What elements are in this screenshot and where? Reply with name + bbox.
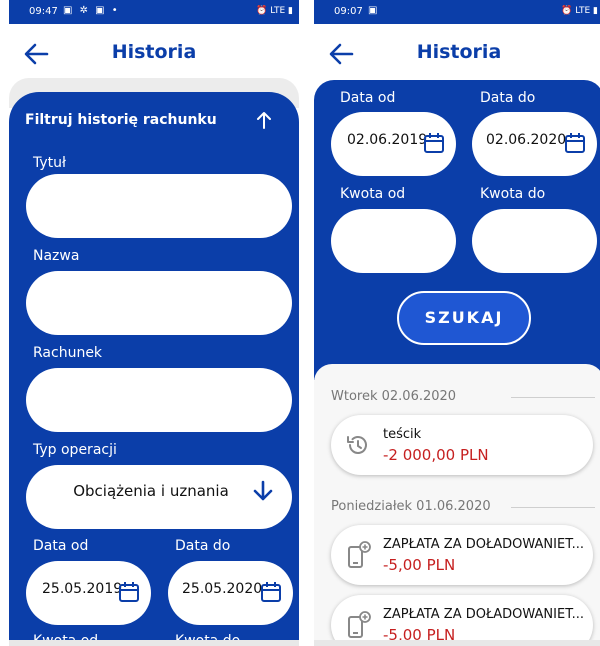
- tytul-label: Tytuł: [33, 155, 66, 171]
- day-divider: [511, 397, 595, 398]
- search-button[interactable]: SZUKAJ: [397, 291, 531, 345]
- filter-title: Filtruj historię rachunku: [25, 112, 217, 128]
- transaction-card[interactable]: ZAPŁATA ZA DOŁADOWANIET... -5,00 PLN: [331, 595, 593, 646]
- right-screen: 09:07 ▣ ⏰ LTE ▮ Historia Data od Data do…: [314, 0, 600, 646]
- bottom-edge: [314, 640, 600, 646]
- date-from-field[interactable]: 02.06.2019: [331, 112, 456, 176]
- date-to-value: 25.05.2020: [182, 581, 263, 597]
- amount-to-input[interactable]: [472, 209, 597, 273]
- calendar-icon[interactable]: [423, 132, 445, 154]
- day-header: Poniedziałek 01.06.2020: [331, 499, 491, 514]
- page-title: Historia: [111, 41, 197, 63]
- status-time: 09:47: [29, 6, 58, 17]
- calendar-icon[interactable]: [118, 581, 140, 603]
- bottom-edge: [9, 640, 299, 646]
- day-divider: [511, 507, 595, 508]
- tytul-input[interactable]: [26, 174, 292, 238]
- transaction-title: teścik: [383, 427, 422, 442]
- calendar-icon[interactable]: [564, 132, 586, 154]
- date-to-field[interactable]: 02.06.2020: [472, 112, 597, 176]
- chevron-down-icon: [253, 480, 273, 501]
- date-from-field[interactable]: 25.05.2019: [26, 561, 151, 625]
- notification-icons: ▣: [368, 5, 380, 16]
- system-icons: ⏰ LTE ▮: [256, 6, 293, 16]
- date-from-label: Data od: [340, 90, 396, 106]
- date-from-value: 02.06.2019: [347, 132, 428, 148]
- date-to-value: 02.06.2020: [486, 132, 567, 148]
- date-to-label: Data do: [480, 90, 536, 106]
- rachunek-label: Rachunek: [33, 345, 103, 361]
- status-bar: 09:47 ▣ ✲ ▣ • ⏰ LTE ▮: [9, 0, 299, 24]
- results-list: Wtorek 02.06.2020 teścik -2 000,00 PLN P…: [314, 364, 600, 646]
- day-header: Wtorek 02.06.2020: [331, 389, 457, 404]
- history-icon: [347, 436, 367, 454]
- nazwa-input[interactable]: [26, 271, 292, 335]
- system-icons: ⏰ LTE ▮: [561, 6, 598, 16]
- app-header: Historia: [314, 24, 600, 84]
- transaction-title: ZAPŁATA ZA DOŁADOWANIET...: [383, 607, 585, 622]
- amount-from-input[interactable]: [331, 209, 456, 273]
- transaction-card[interactable]: ZAPŁATA ZA DOŁADOWANIET... -5,00 PLN: [331, 525, 593, 585]
- app-header: Historia: [9, 24, 299, 84]
- transaction-amount: -5,00 PLN: [383, 556, 456, 574]
- amount-from-label: Kwota od: [340, 186, 406, 202]
- status-time: 09:07: [334, 6, 363, 17]
- transaction-card[interactable]: teścik -2 000,00 PLN: [331, 415, 593, 475]
- date-to-field[interactable]: 25.05.2020: [168, 561, 293, 625]
- date-from-value: 25.05.2019: [42, 581, 123, 597]
- date-to-label: Data do: [175, 538, 231, 554]
- nazwa-label: Nazwa: [33, 248, 80, 264]
- transaction-title: ZAPŁATA ZA DOŁADOWANIET...: [383, 537, 585, 552]
- collapse-arrow-up-icon[interactable]: [255, 110, 273, 130]
- rachunek-input[interactable]: [26, 368, 292, 432]
- amount-to-label: Kwota do: [480, 186, 546, 202]
- transaction-amount: -2 000,00 PLN: [383, 446, 489, 464]
- phone-topup-icon: [348, 611, 371, 638]
- phone-topup-icon: [348, 541, 371, 568]
- calendar-icon[interactable]: [260, 581, 282, 603]
- status-bar: 09:07 ▣ ⏰ LTE ▮: [314, 0, 600, 24]
- typ-operacji-label: Typ operacji: [33, 442, 117, 458]
- date-from-label: Data od: [33, 538, 89, 554]
- notification-icons: ▣ ✲ ▣ •: [63, 5, 120, 16]
- filter-card: Filtruj historię rachunku Tytuł Nazwa Ra…: [9, 92, 299, 646]
- typ-operacji-select[interactable]: Obciążenia i uznania: [26, 465, 292, 529]
- left-screen: 09:47 ▣ ✲ ▣ • ⏰ LTE ▮ Historia Filtruj h…: [9, 0, 299, 646]
- page-title: Historia: [416, 41, 502, 63]
